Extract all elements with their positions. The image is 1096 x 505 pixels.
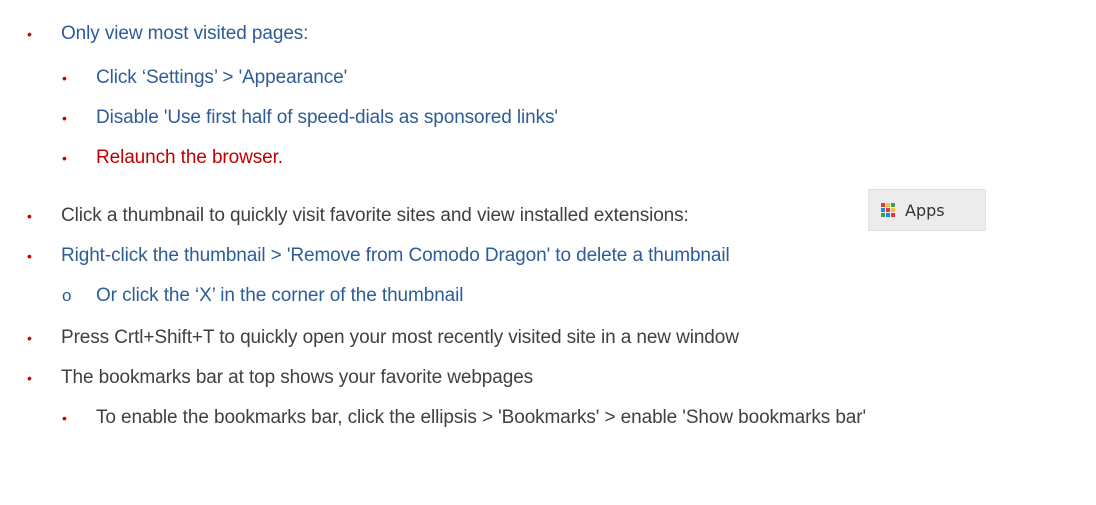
list-item-text: Click ‘Settings’ > 'Appearance' — [96, 67, 348, 88]
sub-list-item-relaunch: • Relaunch the browser. — [0, 142, 1096, 174]
apps-grid-dot — [886, 203, 890, 207]
list-item-most-visited: • Only view most visited pages: — [0, 18, 1096, 50]
bullet-icon: • — [62, 110, 67, 126]
list-item-shortcut: • Press Crtl+Shift+T to quickly open you… — [0, 322, 1096, 354]
list-item-text: Right-click the thumbnail > 'Remove from… — [61, 245, 730, 266]
list-item-text: Click a thumbnail to quickly visit favor… — [61, 205, 689, 226]
list-item-remove-thumbnail: • Right-click the thumbnail > 'Remove fr… — [0, 240, 1096, 272]
sub-list-item-settings: • Click ‘Settings’ > 'Appearance' — [0, 62, 1096, 94]
list-item-text: Disable 'Use first half of speed-dials a… — [96, 107, 558, 128]
sub-list-item-disable-sponsored: • Disable 'Use first half of speed-dials… — [0, 102, 1096, 134]
list-item-text: Relaunch the browser. — [96, 147, 283, 168]
bullet-icon: • — [62, 70, 67, 86]
bullet-icon: • — [27, 330, 32, 346]
list-item-text: Press Crtl+Shift+T to quickly open your … — [61, 327, 739, 348]
list-item-text: Only view most visited pages: — [61, 23, 309, 44]
list-item-text: The bookmarks bar at top shows your favo… — [61, 367, 534, 388]
list-item-bookmarks-bar: • The bookmarks bar at top shows your fa… — [0, 362, 1096, 394]
bullet-icon: • — [27, 370, 32, 386]
sub-list-item-click-x: o Or click the ‘X’ in the corner of the … — [0, 280, 1096, 312]
list-item-text: Or click the ‘X’ in the corner of the th… — [96, 285, 464, 306]
apps-grid-icon — [881, 203, 895, 217]
apps-grid-dot — [891, 213, 895, 217]
list-item-thumbnail: • Click a thumbnail to quickly visit fav… — [0, 200, 860, 232]
apps-grid-dot — [881, 203, 885, 207]
bullet-icon: • — [27, 248, 32, 264]
apps-grid-dot — [881, 213, 885, 217]
apps-button-screenshot: Apps — [868, 189, 986, 231]
apps-grid-dot — [881, 208, 885, 212]
bullet-icon: • — [27, 208, 32, 224]
bullet-icon: • — [62, 410, 67, 426]
apps-label: Apps — [905, 200, 945, 220]
bullet-icon: • — [62, 150, 67, 166]
bullet-icon: • — [27, 26, 32, 42]
apps-grid-dot — [886, 208, 890, 212]
instruction-document: • Only view most visited pages: • Click … — [0, 0, 1096, 505]
list-item-text: To enable the bookmarks bar, click the e… — [96, 407, 867, 428]
circle-bullet-icon: o — [62, 286, 72, 305]
apps-grid-dot — [886, 213, 890, 217]
sub-list-item-enable-bookmarks: • To enable the bookmarks bar, click the… — [0, 402, 1096, 434]
apps-grid-dot — [891, 208, 895, 212]
apps-grid-dot — [891, 203, 895, 207]
